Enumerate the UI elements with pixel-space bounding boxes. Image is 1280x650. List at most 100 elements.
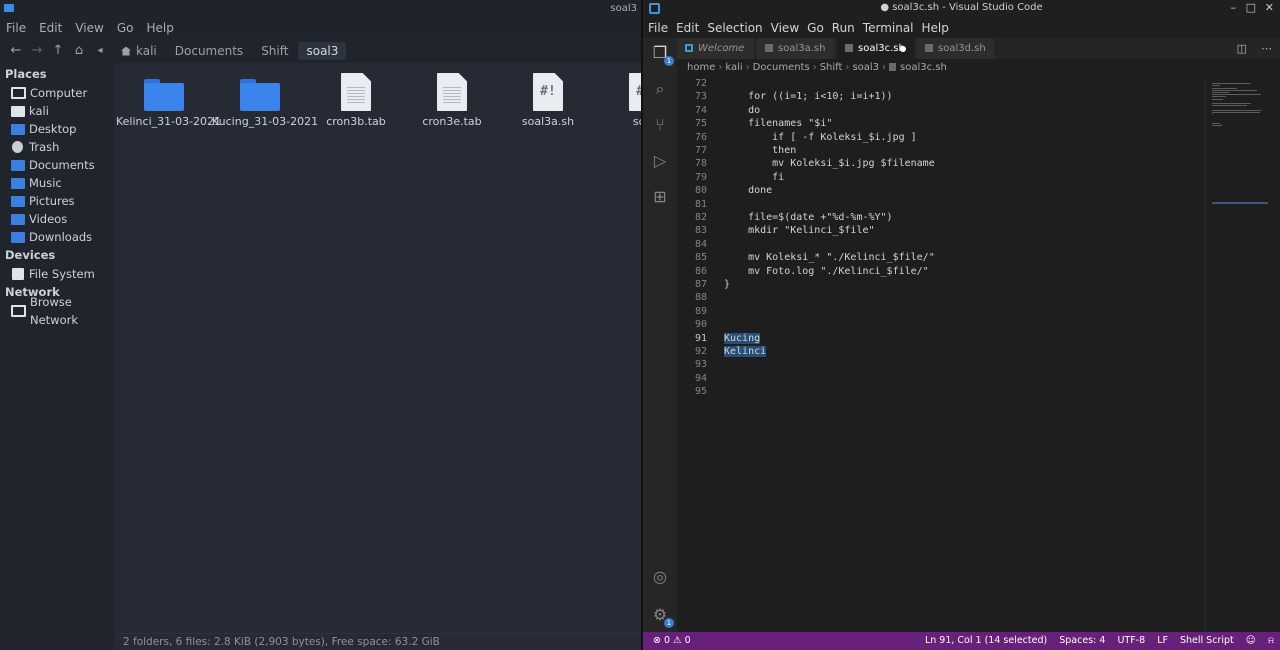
code-line[interactable]: 91 Kucing [677,332,1205,345]
source-control-icon[interactable]: ⑂ [651,116,669,134]
code-line[interactable]: 93 [677,358,1205,371]
home-icon[interactable]: ⌂ [69,41,89,61]
notifications-bell-icon[interactable]: ⍾ [1268,635,1274,646]
code-line[interactable]: 94 [677,372,1205,385]
minimap-line [1212,109,1261,111]
code-line[interactable]: 81 [677,198,1205,211]
maximize-icon[interactable]: □ [1246,1,1256,14]
menu-view[interactable]: View [75,21,103,35]
code-line[interactable]: 89 [677,305,1205,318]
tab-welcome[interactable]: Welcome [677,38,755,59]
account-icon[interactable]: ◎ [651,568,669,586]
breadcrumb-documents[interactable]: Documents [753,62,810,73]
file-item-kelinci-folder[interactable]: Kelinci_31-03-2021 [116,73,221,128]
sidebar-item-computer[interactable]: Computer [0,84,114,102]
menu-view[interactable]: View [771,21,799,35]
breadcrumb-kali[interactable]: kali [113,42,165,60]
minimize-icon[interactable]: – [1231,1,1237,14]
search-icon[interactable]: ⌕ [651,80,669,98]
line-number: 80 [694,185,707,197]
sidebar-item-videos[interactable]: Videos [0,210,114,228]
minimap-viewport[interactable] [1212,202,1268,204]
extensions-icon[interactable]: ⊞ [651,188,669,206]
explorer-icon[interactable]: ❐ 1 [651,44,674,66]
menu-selection[interactable]: Selection [707,21,762,35]
breadcrumb-soal3[interactable]: soal3 [298,41,347,60]
tab-soal3d[interactable]: soal3d.sh [917,38,995,59]
problems-indicator[interactable]: ⊗ 0 ⚠ 0 [653,632,691,650]
breadcrumb-home[interactable]: home [687,62,715,73]
sidebar-item-downloads[interactable]: Downloads [0,228,114,246]
folder-icon [4,4,14,12]
menu-file[interactable]: File [6,21,26,35]
code-line[interactable]: 73 for ((i=1; i<10; i=i+1)) [677,90,1205,103]
feedback-icon[interactable]: ☺ [1246,635,1256,646]
code-line[interactable]: 87} [677,278,1205,291]
file-item-cron3b[interactable]: cron3b.tab [308,73,404,128]
code-editor[interactable]: 72 73 for ((i=1; i<10; i=i+1)) 74 do 75 fil… [677,77,1205,632]
code-line[interactable]: 80 done [677,184,1205,197]
code-line[interactable]: 88 [677,291,1205,304]
code-line[interactable]: 79 fi [677,171,1205,184]
sidebar-item-file-system[interactable]: File System [0,265,114,283]
code-line[interactable]: 74 do [677,104,1205,117]
forward-arrow-icon[interactable]: → [27,41,47,61]
file-item-soal-partial[interactable]: #! soal [596,73,641,128]
code-line[interactable]: 92 Kelinci [677,345,1205,358]
unsaved-dot-icon[interactable] [900,46,906,52]
file-item-kucing-folder[interactable]: Kucing_31-03-2021 [212,73,318,128]
tab-soal3c[interactable]: soal3c.sh [837,38,915,59]
back-arrow-icon[interactable]: ← [6,41,26,61]
chevron-left-icon[interactable]: ◂ [90,41,110,61]
breadcrumb-soal3c[interactable]: soal3c.sh [900,62,947,73]
indentation[interactable]: Spaces: 4 [1059,635,1105,646]
close-icon[interactable]: ✕ [1265,1,1274,14]
menu-help[interactable]: Help [922,21,949,35]
gear-icon[interactable]: ⚙ 1 [651,606,674,628]
split-editor-icon[interactable]: ◫ [1237,42,1247,55]
sidebar-item-documents[interactable]: Documents [0,156,114,174]
code-line[interactable]: 90 [677,318,1205,331]
breadcrumb-documents[interactable]: Documents [167,42,251,60]
menu-edit[interactable]: Edit [676,21,699,35]
sidebar-item-pictures[interactable]: Pictures [0,192,114,210]
cursor-position[interactable]: Ln 91, Col 1 (14 selected) [925,635,1047,646]
breadcrumb-soal3[interactable]: soal3 [852,62,879,73]
code-line[interactable]: 85 mv Koleksi_* "./Kelinci_$file/" [677,251,1205,264]
code-line[interactable]: 84 [677,238,1205,251]
breadcrumb-shift[interactable]: Shift [253,42,296,60]
code-line[interactable]: 78 mv Koleksi_$i.jpg $filename [677,157,1205,170]
code-line[interactable]: 76 if [ -f Koleksi_$i.jpg ] [677,131,1205,144]
language-mode[interactable]: Shell Script [1180,635,1234,646]
file-item-soal3a[interactable]: #! soal3a.sh [500,73,596,128]
code-line[interactable]: 72 [677,77,1205,90]
code-line[interactable]: 75 filenames "$i" [677,117,1205,130]
menu-run[interactable]: Run [832,21,855,35]
code-line[interactable]: 95 [677,385,1205,398]
menu-help[interactable]: Help [146,21,173,35]
code-line[interactable]: 77 then [677,144,1205,157]
menu-go[interactable]: Go [807,21,824,35]
sidebar-item-desktop[interactable]: Desktop [0,120,114,138]
code-line[interactable]: 86 mv Foto.log "./Kelinci_$file/" [677,265,1205,278]
tab-soal3a[interactable]: soal3a.sh [757,38,835,59]
menu-go[interactable]: Go [117,21,134,35]
menu-terminal[interactable]: Terminal [863,21,914,35]
menu-edit[interactable]: Edit [39,21,62,35]
minimap[interactable] [1205,77,1280,632]
up-arrow-icon[interactable]: ↑ [48,41,68,61]
sidebar-item-browse-network[interactable]: Browse Network [0,295,114,327]
menu-file[interactable]: File [648,21,668,35]
more-actions-icon[interactable]: ⋯ [1261,42,1272,55]
file-item-cron3e[interactable]: cron3e.tab [404,73,500,128]
sidebar-item-music[interactable]: Music [0,174,114,192]
end-of-line[interactable]: LF [1157,635,1168,646]
code-line[interactable]: 82 file=$(date +"%d-%m-%Y") [677,211,1205,224]
code-line[interactable]: 83 mkdir "Kelinci_$file" [677,224,1205,237]
encoding[interactable]: UTF-8 [1117,635,1145,646]
breadcrumb-kali[interactable]: kali [725,62,742,73]
breadcrumb-shift[interactable]: Shift [820,62,843,73]
sidebar-item-kali[interactable]: kali [0,102,114,120]
run-debug-icon[interactable]: ▷ [651,152,669,170]
sidebar-item-trash[interactable]: Trash [0,138,114,156]
